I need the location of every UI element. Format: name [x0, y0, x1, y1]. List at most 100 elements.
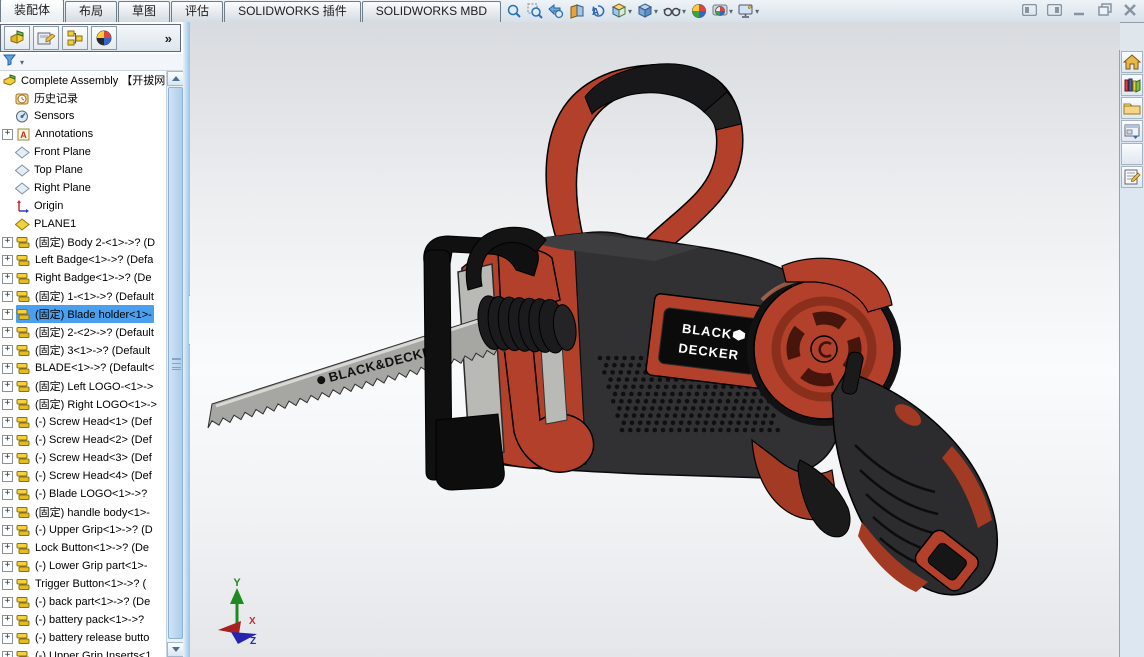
custom-properties-icon[interactable] [1121, 166, 1143, 188]
expand-toggle[interactable]: + [2, 561, 13, 572]
expand-toggle[interactable]: + [2, 399, 13, 410]
previous-view-icon[interactable] [547, 1, 565, 21]
tree-item--固定-2-2-default[interactable]: +(固定) 2-<2>->? (Default [0, 323, 166, 341]
restore-icon[interactable] [1096, 2, 1113, 17]
expand-toggle[interactable]: + [2, 543, 13, 554]
tree-item-历史记录[interactable]: 历史记录 [0, 89, 166, 107]
tree-filter-bar[interactable]: ▾ [0, 54, 184, 71]
tree-item-annotations[interactable]: +AAnnotations [0, 125, 166, 143]
minimize-icon[interactable] [1071, 2, 1088, 17]
filter-funnel-icon[interactable] [3, 53, 16, 71]
appearances-icon[interactable] [1121, 143, 1143, 165]
file-explorer-icon[interactable] [1121, 97, 1143, 119]
menu-tab-装配体[interactable]: 装配体 [0, 0, 64, 22]
tree-item--固定-right-logo-1-[interactable]: +(固定) Right LOGO<1>-> [0, 395, 166, 413]
section-view-icon[interactable] [568, 1, 586, 21]
display-style-icon[interactable]: ▾ [636, 1, 659, 21]
expand-toggle[interactable]: + [2, 129, 13, 140]
tree-item--battery-pack-1-[interactable]: +(-) battery pack<1>->? [0, 611, 166, 629]
dropdown-caret[interactable]: ▾ [654, 7, 658, 16]
expand-toggle[interactable]: + [2, 651, 13, 657]
expand-toggle[interactable]: + [2, 579, 13, 590]
tree-item-lock-button-1-de[interactable]: +Lock Button<1>->? (De [0, 539, 166, 557]
menu-tab-solidworks-插件[interactable]: SOLIDWORKS 插件 [224, 1, 361, 22]
menu-tab-布局[interactable]: 布局 [65, 1, 117, 22]
edit-component-icon[interactable] [33, 26, 59, 50]
tree-item-front-plane[interactable]: Front Plane [0, 143, 166, 161]
tree-item-left-badge-1-defa[interactable]: +Left Badge<1>->? (Defa [0, 251, 166, 269]
tree-item--固定-left-logo-1-[interactable]: +(固定) Left LOGO-<1>-> [0, 377, 166, 395]
expand-toggle[interactable]: + [2, 507, 13, 518]
tree-item--固定-body-2-1-d[interactable]: +(固定) Body 2-<1>->? (D [0, 233, 166, 251]
tree-scrollbar[interactable] [166, 71, 184, 657]
scrollbar-thumb[interactable] [168, 87, 183, 639]
tree-item--back-part-1-de[interactable]: +(-) back part<1>->? (De [0, 593, 166, 611]
assembly-icon[interactable] [4, 26, 30, 50]
expand-toggle[interactable]: + [2, 489, 13, 500]
tree-item-top-plane[interactable]: Top Plane [0, 161, 166, 179]
dropdown-caret[interactable]: ▾ [682, 7, 686, 16]
expand-toggle[interactable]: + [2, 345, 13, 356]
expand-toggle[interactable]: + [2, 471, 13, 482]
tree-item-trigger-button-1-[interactable]: +Trigger Button<1>->? ( [0, 575, 166, 593]
tree-item-complete-assembly-开拔网[interactable]: Complete Assembly 【开拔网 [0, 71, 166, 89]
tree-item--battery-release-butto[interactable]: +(-) battery release butto [0, 629, 166, 647]
saw-model[interactable]: BLACK DECKER [190, 22, 1120, 657]
expand-toggle[interactable]: + [2, 291, 13, 302]
tree-item--screw-head-4-def[interactable]: +(-) Screw Head<4> (Def [0, 467, 166, 485]
expand-toggle[interactable]: + [2, 435, 13, 446]
tree-item--upper-grip-1-d[interactable]: +(-) Upper Grip<1>->? (D [0, 521, 166, 539]
apply-scene-icon[interactable]: ▾ [711, 1, 734, 21]
expand-toggle[interactable]: + [2, 615, 13, 626]
expand-toggle[interactable]: + [2, 633, 13, 644]
hide-show-items-icon[interactable]: ▾ [662, 1, 687, 21]
tree-item--upper-grip-inserts-1[interactable]: +(-) Upper Grip Inserts<1 [0, 647, 166, 657]
tree-item-origin[interactable]: Origin [0, 197, 166, 215]
view-palette-icon[interactable] [1121, 120, 1143, 142]
tree-item-sensors[interactable]: Sensors [0, 107, 166, 125]
expand-toggle[interactable]: + [2, 363, 13, 374]
expand-toggle[interactable]: + [2, 453, 13, 464]
expand-toggle[interactable]: + [2, 237, 13, 248]
rotate-view-icon[interactable]: A [589, 1, 607, 21]
tree-item-right-plane[interactable]: Right Plane [0, 179, 166, 197]
dropdown-caret[interactable]: ▾ [628, 7, 632, 16]
tree-item--blade-logo-1-[interactable]: +(-) Blade LOGO<1>->? [0, 485, 166, 503]
pane-toggle-left-icon[interactable] [1021, 2, 1038, 17]
expand-toggle[interactable]: + [2, 309, 13, 320]
appearance-icon[interactable] [91, 26, 117, 50]
view-settings-icon[interactable]: ▾ [737, 1, 760, 21]
model-grip-battery[interactable] [832, 351, 997, 595]
scrollbar-up-button[interactable] [167, 71, 184, 86]
edit-appearance-icon[interactable] [690, 1, 708, 21]
tree-item--screw-head-2-def[interactable]: +(-) Screw Head<2> (Def [0, 431, 166, 449]
tree-item--screw-head-3-def[interactable]: +(-) Screw Head<3> (Def [0, 449, 166, 467]
design-library-icon[interactable] [1121, 74, 1143, 96]
hierarchy-icon[interactable] [62, 26, 88, 50]
close-icon[interactable] [1121, 2, 1138, 17]
tree-item--screw-head-1-def[interactable]: +(-) Screw Head<1> (Def [0, 413, 166, 431]
dropdown-caret[interactable]: ▾ [755, 7, 759, 16]
menu-tab-solidworks-mbd[interactable]: SOLIDWORKS MBD [362, 1, 501, 22]
scrollbar-down-button[interactable] [167, 642, 184, 657]
expand-toggle[interactable]: + [2, 597, 13, 608]
tree-item--固定-3-1-default[interactable]: +(固定) 3<1>->? (Default [0, 341, 166, 359]
expand-toggle[interactable]: + [2, 327, 13, 338]
zoom-fit-icon[interactable] [505, 1, 523, 21]
expand-toggle[interactable]: + [2, 255, 13, 266]
menu-tab-评估[interactable]: 评估 [171, 1, 223, 22]
tree-item-blade-1-default-[interactable]: +BLADE<1>->? (Default< [0, 359, 166, 377]
pane-toggle-right-icon[interactable] [1046, 2, 1063, 17]
expand-toggle[interactable]: + [2, 273, 13, 284]
zoom-area-icon[interactable] [526, 1, 544, 21]
expand-toggle[interactable]: + [2, 417, 13, 428]
dropdown-caret[interactable]: ▾ [729, 7, 733, 16]
tree-item--固定-blade-holder-1-[interactable]: +(固定) Blade holder<1>- [0, 305, 166, 323]
expand-toggle[interactable]: + [2, 525, 13, 536]
tree-item--lower-grip-part-1-[interactable]: +(-) Lower Grip part<1>- [0, 557, 166, 575]
expand-toggle[interactable]: + [2, 381, 13, 392]
view-orientation-icon[interactable]: ▾ [610, 1, 633, 21]
tree-item--固定-1-1-default[interactable]: +(固定) 1-<1>->? (Default [0, 287, 166, 305]
toolbar-overflow-chevron[interactable]: » [165, 31, 172, 46]
tree-item-plane1[interactable]: PLANE1 [0, 215, 166, 233]
